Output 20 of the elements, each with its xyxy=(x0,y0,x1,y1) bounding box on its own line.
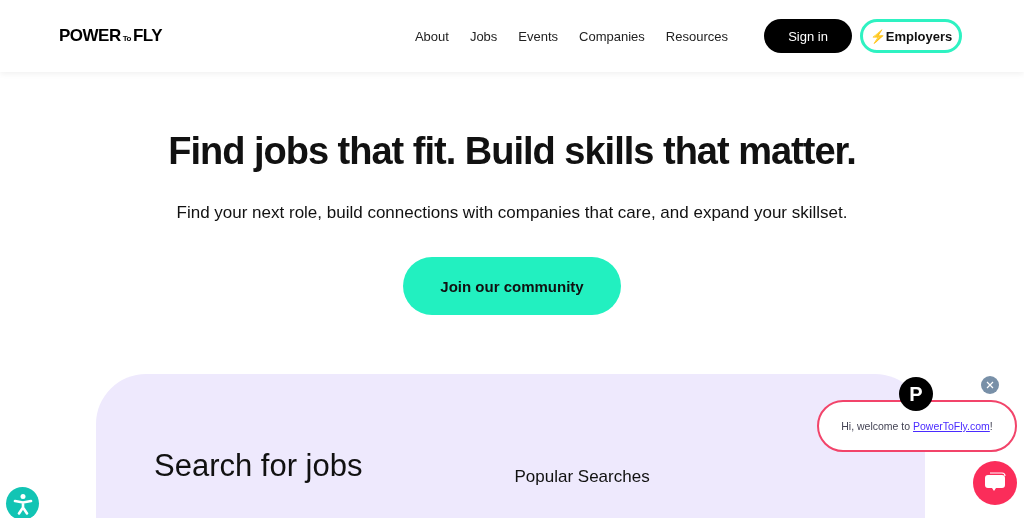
nav-link[interactable]: About xyxy=(414,28,449,44)
employers-button[interactable]: ⚡Employers xyxy=(860,19,962,53)
nav-link[interactable]: Companies xyxy=(579,28,645,44)
nav-link[interactable]: Jobs xyxy=(469,28,498,44)
join-community-button[interactable]: Join our community xyxy=(403,257,621,315)
nav-link[interactable]: Events xyxy=(518,28,559,44)
sign-in-button[interactable]: Sign in xyxy=(764,19,852,53)
nav-link[interactable]: Resources xyxy=(665,28,728,44)
logo[interactable]: POWER To FLY xyxy=(59,26,162,46)
chat-avatar: P xyxy=(899,377,933,411)
popular-searches-heading: Popular Searches xyxy=(514,467,650,488)
chat-button[interactable] xyxy=(973,461,1017,505)
site-link[interactable]: PowerToFly.com xyxy=(913,420,990,432)
accessibility-icon xyxy=(12,492,33,515)
close-icon[interactable] xyxy=(981,376,999,394)
search-title: Search for jobs xyxy=(154,448,363,485)
accessibility-button[interactable] xyxy=(6,487,39,518)
hero-title: Find jobs that fit. Build skills that matter. xyxy=(168,130,856,173)
hero-subtitle: Find your next role, build connections with companies that care, and expand your skillset. xyxy=(176,203,848,223)
welcome-message: Hi, welcome to PowerToFly.com! xyxy=(841,420,993,432)
